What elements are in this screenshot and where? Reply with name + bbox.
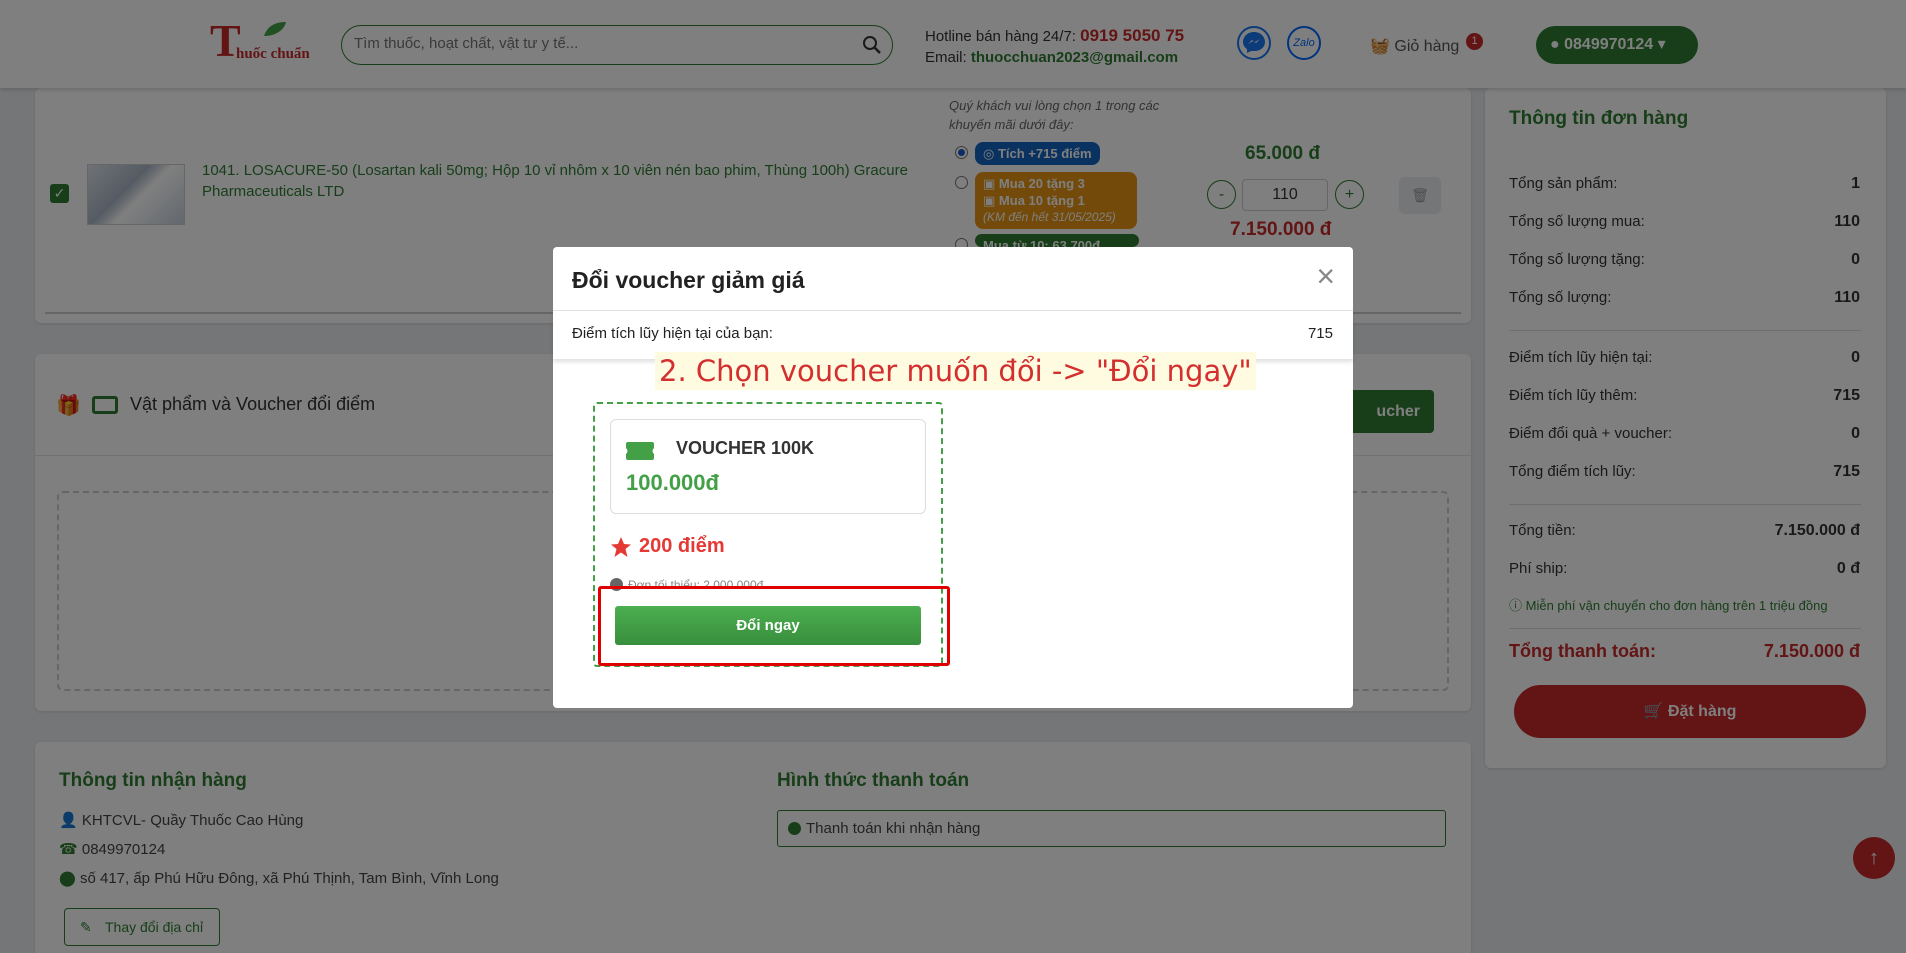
voucher-points-cost: 200 điểm (639, 535, 725, 557)
ticket-icon (626, 442, 654, 460)
tutorial-highlight-box (598, 586, 950, 666)
voucher-card-header (610, 419, 926, 514)
voucher-value: 100.000đ (626, 470, 719, 495)
current-points-value: 715 (1307, 325, 1333, 342)
current-points-label: Điểm tích lũy hiện tại của bạn: (572, 325, 773, 342)
tutorial-annotation: 2. Chọn voucher muốn đổi -> "Đổi ngay" (655, 352, 1256, 390)
close-icon[interactable]: × (1316, 258, 1335, 295)
voucher-name: VOUCHER 100K (676, 438, 815, 458)
modal-title: Đổi voucher giảm giá (572, 267, 805, 293)
